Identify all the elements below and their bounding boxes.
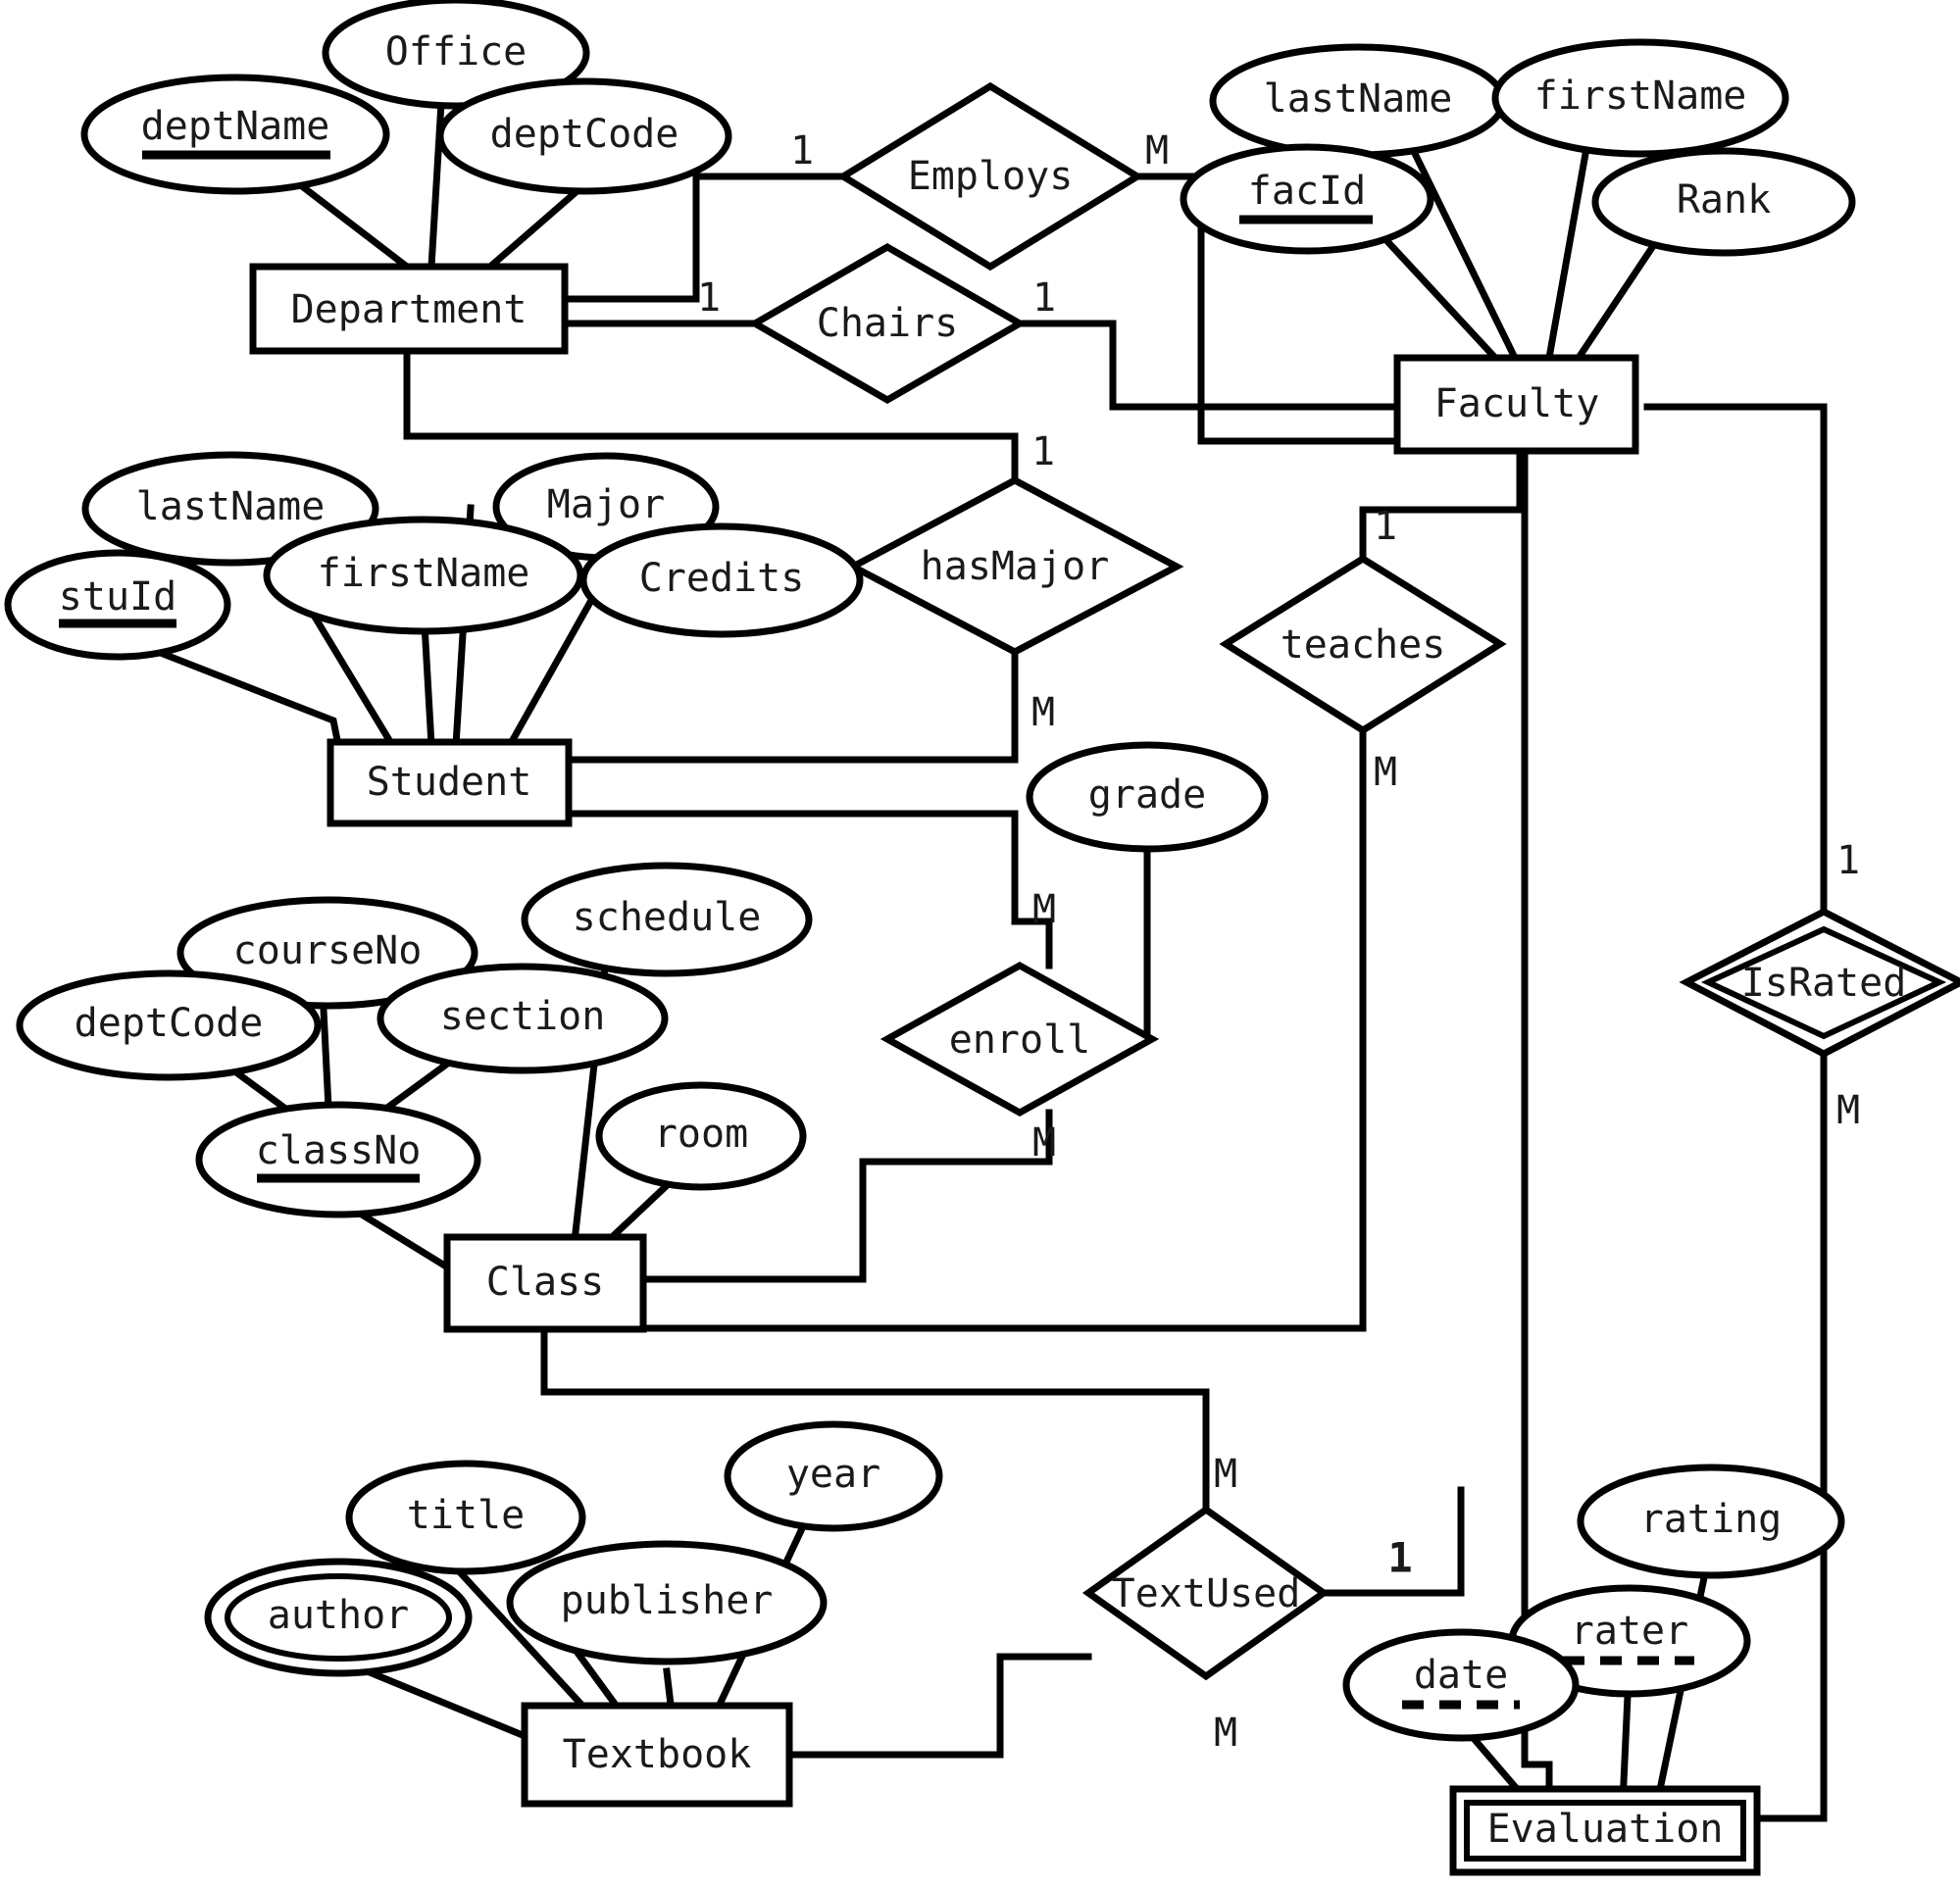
cardinality-israted-top: 1: [1836, 838, 1860, 883]
entity-textbook[interactable]: Textbook: [521, 1702, 793, 1808]
relationship-israted[interactable]: IsRated: [1679, 908, 1960, 1058]
attribute-cls-deptcode[interactable]: deptCode: [16, 969, 322, 1081]
relationship-label: Employs: [908, 154, 1074, 199]
cardinality-employs-left: 1: [790, 128, 814, 174]
entity-label: Department: [291, 287, 528, 332]
entity-label: Evaluation: [1487, 1807, 1724, 1852]
cardinality-chairs-right: 1: [1032, 275, 1056, 321]
entity-class[interactable]: Class: [443, 1233, 647, 1333]
relationship-textused[interactable]: TextUsed: [1081, 1505, 1331, 1681]
cardinality-textused-right: 1: [1387, 1534, 1412, 1582]
attribute-label: courseNo: [233, 928, 423, 973]
attribute-label: schedule: [573, 895, 762, 940]
cardinality-employs-right: M: [1145, 128, 1169, 174]
attribute-txt-title[interactable]: title: [345, 1460, 586, 1575]
cardinality-enroll-bottom: M: [1032, 1120, 1056, 1166]
cardinality-enroll-top: M: [1032, 887, 1056, 932]
entity-label: Faculty: [1434, 381, 1600, 426]
relationship-chairs[interactable]: Chairs: [748, 242, 1027, 405]
attribute-label: rater: [1571, 1609, 1688, 1654]
attribute-label: lastName: [1264, 76, 1453, 122]
attribute-label: title: [407, 1493, 525, 1538]
attribute-cls-room[interactable]: room: [595, 1081, 807, 1191]
attribute-label: year: [786, 1452, 880, 1497]
er-diagram-svg: Department Faculty Student Class Textboo…: [0, 0, 1960, 1887]
attribute-eval-date[interactable]: date: [1342, 1628, 1580, 1742]
cardinality-israted-bottom: M: [1836, 1088, 1860, 1133]
attribute-stu-firstname[interactable]: firstName: [263, 516, 584, 635]
attribute-label: author: [268, 1593, 410, 1638]
entity-student[interactable]: Student: [327, 738, 573, 827]
attribute-label: section: [440, 994, 606, 1039]
entity-faculty[interactable]: Faculty: [1393, 354, 1639, 455]
attribute-label: classNo: [256, 1128, 422, 1173]
relationship-label: TextUsed: [1112, 1571, 1301, 1616]
attribute-label: deptName: [141, 104, 330, 149]
attribute-txt-publisher[interactable]: publisher: [506, 1540, 828, 1665]
attribute-label: date: [1414, 1653, 1508, 1698]
attribute-cls-schedule[interactable]: schedule: [521, 862, 813, 977]
attribute-eval-rating[interactable]: rating: [1577, 1464, 1845, 1579]
cardinality-chairs-left: 1: [697, 275, 721, 321]
attribute-cls-classno[interactable]: classNo: [195, 1101, 481, 1218]
attribute-fac-firstname[interactable]: firstName: [1491, 38, 1789, 158]
attribute-label: deptCode: [75, 1001, 264, 1046]
attribute-enroll-grade[interactable]: grade: [1026, 741, 1269, 853]
attribute-label: grade: [1088, 772, 1206, 818]
relationship-teaches[interactable]: teaches: [1219, 554, 1507, 735]
attribute-label: deptCode: [490, 112, 679, 157]
relationship-hasmajor[interactable]: hasMajor: [845, 476, 1184, 656]
entity-department[interactable]: Department: [249, 263, 569, 355]
attribute-fac-lastname[interactable]: lastName: [1209, 43, 1507, 159]
cardinality-teaches-top: 1: [1374, 504, 1397, 549]
entity-label: Textbook: [563, 1732, 752, 1777]
attribute-txt-year[interactable]: year: [724, 1420, 943, 1532]
attribute-label: lastName: [136, 484, 326, 529]
attribute-stu-stuid[interactable]: stuId: [4, 549, 231, 661]
attribute-fac-facid[interactable]: facId: [1180, 143, 1434, 255]
relationship-label: IsRated: [1741, 961, 1907, 1006]
relationship-label: Chairs: [817, 301, 959, 346]
attribute-fac-rank[interactable]: Rank: [1591, 147, 1856, 257]
entity-label: Class: [486, 1260, 604, 1305]
attribute-dept-deptname[interactable]: deptName: [80, 74, 390, 195]
attribute-cls-section[interactable]: section: [377, 963, 669, 1074]
cardinality-hasmajor-top: 1: [1031, 429, 1055, 474]
attribute-label: Major: [547, 482, 665, 527]
attribute-label: Rank: [1677, 177, 1771, 223]
relationship-label: teaches: [1281, 622, 1446, 668]
cardinality-textused-top: M: [1214, 1452, 1237, 1497]
entity-label: Student: [367, 760, 532, 805]
relationship-label: enroll: [949, 1018, 1091, 1063]
cardinality-teaches-bottom: M: [1374, 750, 1397, 795]
attribute-dept-deptcode[interactable]: deptCode: [436, 77, 732, 195]
relationship-enroll[interactable]: enroll: [879, 961, 1160, 1117]
attribute-label: firstName: [1534, 74, 1747, 119]
cardinality-hasmajor-bottom: M: [1031, 690, 1055, 735]
attribute-txt-author[interactable]: author: [204, 1558, 473, 1677]
attribute-label: room: [654, 1112, 748, 1157]
attribute-label: stuId: [59, 574, 176, 620]
attribute-label: Office: [385, 29, 528, 74]
attribute-label: Credits: [639, 556, 805, 601]
attribute-label: firstName: [318, 551, 530, 596]
entity-evaluation[interactable]: Evaluation: [1449, 1785, 1761, 1876]
relationship-employs[interactable]: Employs: [836, 81, 1144, 272]
attribute-stu-credits[interactable]: Credits: [579, 522, 864, 638]
attribute-label: publisher: [561, 1578, 774, 1623]
attribute-label: rating: [1640, 1497, 1783, 1542]
attribute-label: facId: [1248, 169, 1366, 214]
cardinality-textused-bottom: M: [1214, 1711, 1237, 1756]
er-diagram-canvas: Department Faculty Student Class Textboo…: [0, 0, 1960, 1887]
relationship-label: hasMajor: [921, 544, 1110, 589]
